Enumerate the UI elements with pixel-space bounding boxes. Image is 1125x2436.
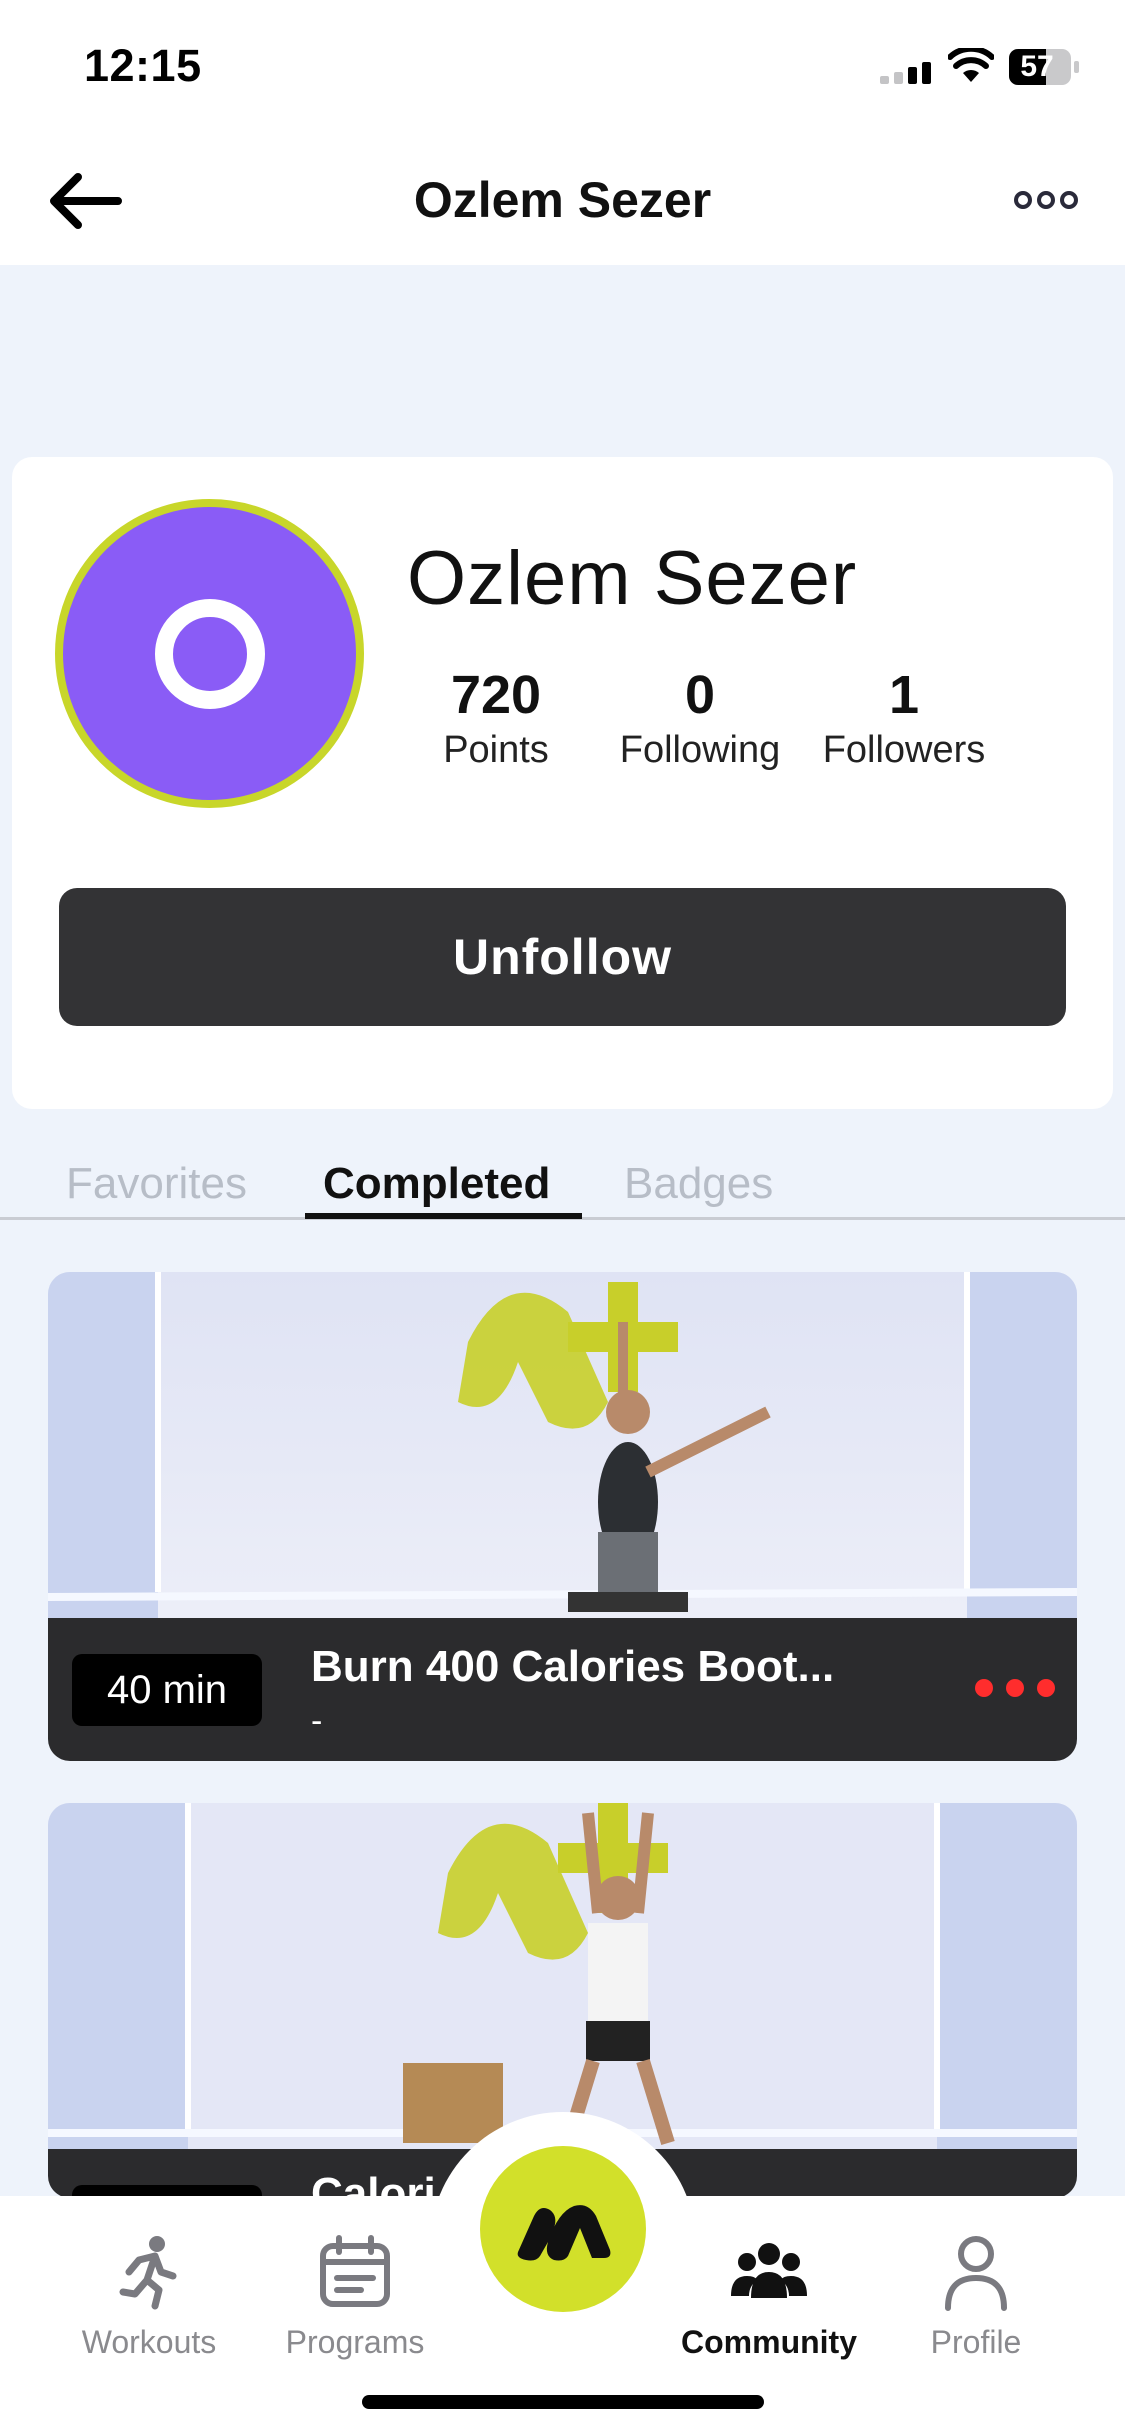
calendar-icon <box>320 2235 390 2307</box>
tab-label: Community <box>681 2324 857 2360</box>
stat-followers[interactable]: 1 Followers <box>804 665 1004 775</box>
status-bar: 12:15 57 <box>0 0 1125 135</box>
stat-label: Following <box>619 729 781 771</box>
home-indicator <box>362 2395 764 2409</box>
workout-card[interactable]: 40 min Burn 400 Calories Boot... - <box>48 1272 1077 1761</box>
workout-title: Burn 400 Calories Boot... <box>311 1642 835 1691</box>
tab-label: Programs <box>285 2324 425 2360</box>
wifi-icon <box>948 48 994 82</box>
avatar-initial-icon <box>155 599 265 709</box>
tab-profile[interactable]: Profile <box>876 2232 1076 2361</box>
stat-label: Followers <box>822 729 986 771</box>
unfollow-button[interactable]: Unfollow <box>59 888 1066 1026</box>
stat-value: 1 <box>888 665 920 725</box>
workout-subtitle: - <box>311 1702 323 1740</box>
profile-card: Ozlem Sezer 720 Points 0 Following 1 Fol… <box>12 457 1113 1109</box>
tab-badges[interactable]: Badges <box>624 1159 773 1209</box>
tab-label: Profile <box>930 2324 1022 2360</box>
stat-label: Points <box>443 729 549 771</box>
workout-thumbnail <box>48 1272 1077 1618</box>
tab-programs[interactable]: Programs <box>255 2232 455 2361</box>
nav-bar: Ozlem Sezer <box>0 135 1125 265</box>
active-tab-indicator <box>305 1213 582 1219</box>
tab-community[interactable]: Community <box>669 2232 869 2361</box>
tab-completed[interactable]: Completed <box>323 1159 550 1209</box>
group-icon <box>731 2243 807 2298</box>
center-home-button[interactable] <box>480 2146 646 2312</box>
running-figure-icon <box>119 2236 177 2310</box>
workout-thumbnail <box>48 1803 1077 2149</box>
workout-title: Calori <box>311 2169 436 2198</box>
stat-value: 0 <box>684 665 716 725</box>
workout-options-icon[interactable] <box>974 1678 1056 1698</box>
status-time: 12:15 <box>84 40 202 91</box>
arrow-left-icon[interactable] <box>44 171 122 231</box>
page-title: Ozlem Sezer <box>413 172 712 228</box>
profile-name: Ozlem Sezer <box>407 536 858 621</box>
stat-value: 720 <box>450 665 542 725</box>
more-dots-icon[interactable] <box>1014 187 1078 213</box>
tab-favorites[interactable]: Favorites <box>66 1159 247 1209</box>
stat-points: 720 Points <box>396 665 596 775</box>
profile-tabs: Favorites Completed Badges <box>0 1145 1125 1220</box>
battery-level: 57 <box>1020 50 1054 83</box>
workout-info-bar: 40 min Burn 400 Calories Boot... - <box>48 1618 1077 1761</box>
tab-label: Workouts <box>81 2324 217 2360</box>
avatar <box>55 499 364 808</box>
brand-logo-icon <box>517 2205 611 2261</box>
duration-badge: 40 min <box>72 1654 262 1726</box>
signal-icon <box>880 62 931 84</box>
stat-following[interactable]: 0 Following <box>600 665 800 775</box>
tab-workouts[interactable]: Workouts <box>49 2232 249 2361</box>
person-icon <box>945 2236 1007 2311</box>
